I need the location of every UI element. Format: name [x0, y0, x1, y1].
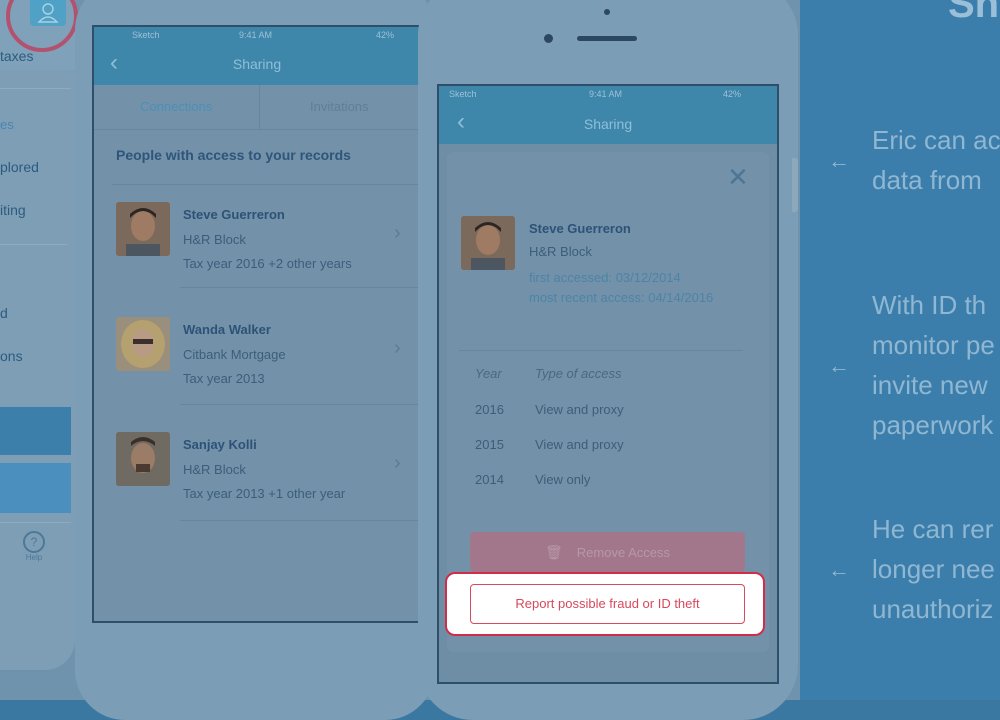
person-years: Tax year 2013 +1 other year [183, 486, 346, 501]
person-company: Citbank Mortgage [183, 347, 286, 362]
bullet-line: He can rer [872, 514, 994, 544]
nav-title: Sharing [232, 56, 282, 72]
person-name: Sanjay Kolli [183, 437, 257, 452]
avatar [461, 216, 515, 270]
report-fraud-button[interactable]: Report possible fraud or ID theft [470, 584, 745, 624]
status-time: 9:41 AM [239, 30, 273, 40]
menu-item-2[interactable]: plored [0, 159, 39, 175]
column-header-type: Type of access [535, 366, 622, 381]
menu-item-1[interactable]: es [0, 117, 14, 132]
bullet-2: With ID th monitor pe invite new paperwo… [872, 285, 995, 445]
tab-invitations[interactable]: Invitations [310, 99, 369, 114]
access-type: View only [535, 472, 591, 487]
help-label: Help [25, 553, 43, 562]
remove-access-button[interactable]: 🗑 Remove Access [470, 532, 745, 572]
chevron-right-icon: › [394, 222, 401, 244]
status-time: 9:41 AM [589, 89, 623, 99]
menu-item-3[interactable]: iting [0, 202, 26, 218]
person-name: Steve Guerreron [183, 207, 285, 222]
person-company: H&R Block [183, 462, 246, 477]
person-name: Wanda Walker [183, 322, 271, 337]
access-year: 2016 [475, 402, 504, 417]
divider [459, 350, 743, 351]
menu-item-5[interactable]: ons [0, 348, 23, 364]
blue-menu-block-2[interactable] [0, 463, 71, 513]
menu-item-taxes[interactable]: taxes [0, 48, 33, 64]
remove-access-label: Remove Access [576, 545, 670, 560]
nav-bar: ‹ Sharing [439, 102, 777, 144]
tab-bar: Connections Invitations [94, 85, 420, 130]
bullet-3: He can rer longer nee unauthoriz [872, 509, 995, 629]
avatar [116, 317, 170, 371]
left-phone [0, 0, 75, 670]
bullet-line: unauthoriz [872, 594, 994, 624]
panel-title: Sh [948, 0, 1000, 26]
speaker-grille [577, 36, 637, 41]
bullet-line: monitor pe [872, 330, 995, 360]
divider [0, 522, 71, 523]
avatar [116, 202, 170, 256]
arrow-left-icon: ← [828, 353, 850, 378]
first-accessed: first accessed: 03/12/2014 [529, 270, 681, 285]
bullet-line: paperwork [872, 410, 994, 440]
bullet-line: invite new [872, 370, 988, 400]
bullet-line: longer nee [872, 554, 995, 584]
carrier-label: Sketch [132, 30, 160, 40]
chevron-right-icon: › [394, 452, 401, 474]
divider [0, 244, 68, 245]
arrow-left-icon: ← [828, 148, 850, 173]
access-type: View and proxy [535, 402, 624, 417]
menu-item-4[interactable]: d [0, 305, 8, 321]
person-row-steve[interactable]: Steve Guerreron H&R Block Tax year 2016 … [94, 202, 420, 317]
front-camera [544, 34, 553, 43]
blue-menu-block-1[interactable] [0, 407, 71, 455]
bullet-line: Eric can ac [872, 125, 1000, 155]
tab-divider [259, 85, 260, 129]
chevron-right-icon: › [394, 337, 401, 359]
close-icon[interactable]: ✕ [727, 164, 749, 190]
bullet-line: data from [872, 165, 982, 195]
divider [180, 404, 420, 405]
divider [180, 287, 420, 288]
person-years: Tax year 2013 [183, 371, 265, 386]
divider [0, 88, 71, 89]
nav-bar: ‹ Sharing [94, 43, 420, 85]
carrier-label: Sketch [449, 89, 477, 99]
person-company: H&R Block [183, 232, 246, 247]
access-type: View and proxy [535, 437, 624, 452]
status-bar: Sketch 9:41 AM 42% [439, 86, 777, 102]
battery-label: 42% [723, 89, 742, 99]
column-header-year: Year [475, 366, 502, 381]
divider [180, 520, 420, 521]
most-recent-access: most recent access: 04/14/2016 [529, 290, 714, 305]
status-bar: Sketch 9:41 AM 42% [94, 27, 420, 43]
divider [112, 184, 420, 185]
person-name: Steve Guerreron [529, 221, 631, 236]
person-company: H&R Block [529, 244, 592, 259]
camera-dot [604, 9, 610, 15]
connections-screen: Sketch 9:41 AM 42% ‹ Sharing Connections… [92, 25, 422, 623]
section-heading: People with access to your records [116, 147, 351, 163]
access-year: 2014 [475, 472, 504, 487]
bullet-1: Eric can ac data from [872, 120, 1000, 200]
person-row-wanda[interactable]: Wanda Walker Citbank Mortgage Tax year 2… [94, 317, 420, 432]
nav-title: Sharing [583, 116, 633, 132]
side-button [792, 158, 798, 212]
access-year: 2015 [475, 437, 504, 452]
person-years: Tax year 2016 +2 other years [183, 256, 352, 271]
bullet-line: With ID th [872, 290, 987, 320]
arrow-left-icon: ← [828, 557, 850, 582]
battery-label: 42% [376, 30, 395, 40]
person-row-sanjay[interactable]: Sanjay Kolli H&R Block Tax year 2013 +1 … [94, 432, 420, 547]
trash-icon: 🗑 [545, 544, 563, 560]
avatar [116, 432, 170, 486]
help-icon[interactable]: ? [23, 531, 45, 553]
tab-connections[interactable]: Connections [140, 99, 212, 114]
